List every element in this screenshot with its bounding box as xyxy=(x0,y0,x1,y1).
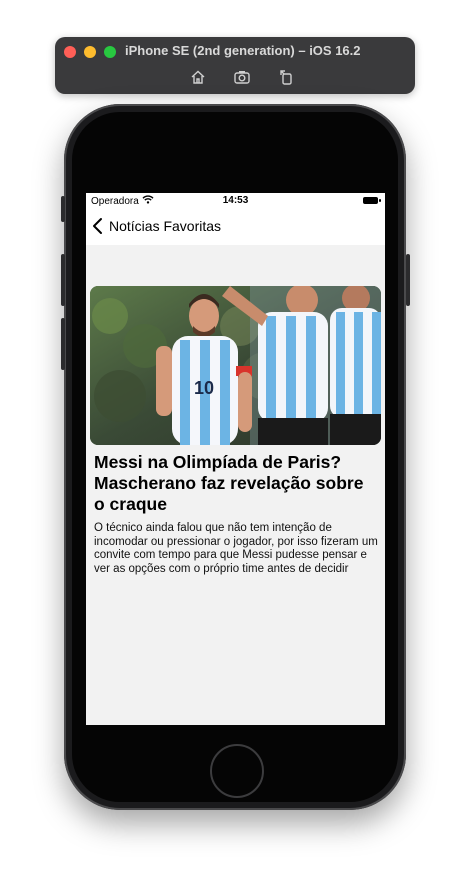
article-summary: O técnico ainda falou que não tem intenç… xyxy=(94,522,378,575)
navigation-bar: Notícias Favoritas xyxy=(86,209,385,245)
volume-down-button[interactable] xyxy=(61,318,65,370)
status-time: 14:53 xyxy=(222,195,249,206)
simulator-title: iPhone SE (2nd generation) – iOS 16.2 xyxy=(125,43,361,58)
volume-up-button[interactable] xyxy=(61,254,65,306)
status-bar: Operadora 14:53 xyxy=(86,193,385,209)
back-button-label: Notícias Favoritas xyxy=(109,218,222,234)
close-window-button[interactable] xyxy=(64,46,76,58)
simulator-title-bar: iPhone SE (2nd generation) – iOS 16.2 xyxy=(55,37,415,94)
article-image[interactable]: 10 xyxy=(90,286,381,445)
simulator-toolbar xyxy=(189,68,295,86)
back-button[interactable]: Notícias Favoritas xyxy=(92,217,221,235)
power-button[interactable] xyxy=(406,254,410,306)
rotate-icon[interactable] xyxy=(277,68,295,86)
article-headline[interactable]: Messi na Olimpíada de Paris? Mascherano … xyxy=(94,452,378,515)
svg-text:10: 10 xyxy=(194,378,214,398)
home-icon[interactable] xyxy=(189,68,207,86)
mute-switch[interactable] xyxy=(61,196,65,222)
chevron-left-icon xyxy=(93,218,102,234)
device-screen: Operadora 14:53 Notícias Favoritas 10 Me… xyxy=(86,193,385,725)
battery-icon xyxy=(363,197,381,204)
minimize-window-button[interactable] xyxy=(84,46,96,58)
home-button[interactable] xyxy=(210,744,264,798)
screenshot-icon[interactable] xyxy=(233,68,251,86)
zoom-window-button[interactable] xyxy=(104,46,116,58)
article-content: 10 Messi na Olimpíada de Paris? Maschera… xyxy=(86,245,385,725)
